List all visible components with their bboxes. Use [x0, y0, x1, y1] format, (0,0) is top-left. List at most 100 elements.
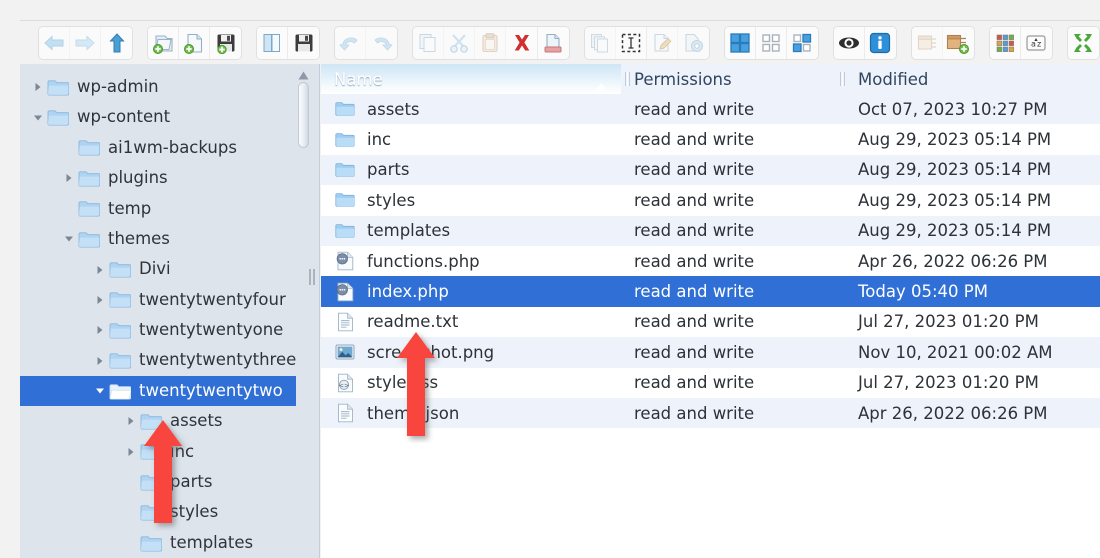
archive-extract-icon[interactable] [911, 26, 943, 59]
file-name-label: theme.json [367, 403, 460, 423]
tree-item-label: assets [170, 411, 223, 431]
tree-item-label: parts [170, 472, 213, 492]
fullscreen-icon[interactable] [1067, 26, 1099, 59]
table-row[interactable]: theme.json read and write Apr 26, 2022 06:… [321, 397, 1100, 429]
table-row[interactable]: index.php read and write Today 05:40 PM [321, 276, 1100, 307]
twisty-expanded-icon[interactable] [30, 110, 46, 126]
twisty-collapsed-icon[interactable] [61, 170, 77, 186]
undo-icon[interactable] [335, 26, 367, 59]
tree-scrollbar[interactable] [296, 64, 311, 558]
grid-large-icon[interactable] [724, 26, 756, 59]
cell-modified: Aug 29, 2023 05:14 PM [858, 221, 1052, 241]
table-row[interactable]: parts read and write Aug 29, 2023 05:14 PM [321, 154, 1100, 186]
twisty-expanded-icon[interactable] [92, 383, 108, 399]
twisty-collapsed-icon[interactable] [123, 413, 139, 429]
toolbar-group-display [832, 25, 897, 60]
tree-item-label: Divi [139, 259, 171, 279]
twisty-none [123, 535, 139, 551]
column-header-modified[interactable]: Modified [836, 64, 1096, 94]
tree-item-twentytwentyone[interactable]: twentytwentyone [20, 315, 305, 345]
new-file-icon[interactable] [179, 26, 211, 59]
tree-item-twentytwentytwo[interactable]: twentytwentytwo [20, 375, 305, 407]
folder-closed-icon [77, 139, 101, 157]
twisty-collapsed-icon[interactable] [92, 262, 108, 278]
cell-name: functions.php [321, 246, 621, 276]
scroll-up-arrow-icon[interactable] [296, 68, 311, 82]
grid-small-icon[interactable] [755, 26, 787, 59]
file-list-body: assets read and write Oct 07, 2023 10:27 P… [321, 94, 1100, 429]
duplicate-files-icon[interactable] [584, 26, 616, 59]
info-icon[interactable] [864, 26, 896, 59]
table-row[interactable]: <> style.css read and write Jul 27, 2023 01… [321, 367, 1100, 398]
clipboard-icon[interactable] [475, 26, 507, 59]
save-icon[interactable] [210, 26, 242, 59]
red-x-icon[interactable] [506, 26, 538, 59]
panel-splitter-grip[interactable] [309, 269, 315, 285]
cell-permissions: read and write [634, 130, 755, 150]
php-file-icon [334, 282, 356, 302]
tree-item-themes[interactable]: themes [20, 224, 305, 254]
table-row[interactable]: screenshot.png read and write Nov 10, 2021… [321, 337, 1100, 368]
column-header-name[interactable]: Name [321, 64, 621, 94]
twisty-expanded-icon[interactable] [61, 231, 77, 247]
folder-open-white-icon [108, 382, 132, 400]
arrow-up-icon[interactable] [101, 26, 133, 59]
file-gear-icon[interactable] [677, 26, 709, 59]
cell-name: <> style.css [321, 368, 621, 398]
tree-item-temp[interactable]: temp [20, 194, 305, 224]
tree-item-parts[interactable]: parts [20, 467, 305, 497]
table-row[interactable]: templates read and write Aug 29, 2023 05:1… [321, 215, 1100, 246]
twisty-collapsed-icon[interactable] [92, 292, 108, 308]
tree-item-plugins[interactable]: plugins [20, 163, 305, 193]
cell-modified: Jul 27, 2023 01:20 PM [858, 373, 1039, 393]
tree-item-wp-content[interactable]: wp-content [20, 102, 305, 132]
redo-icon[interactable] [366, 26, 398, 59]
file-list-panel: Name Permissions Modified assets read and… [321, 64, 1100, 558]
grid-mixed-icon[interactable] [786, 26, 818, 59]
cell-modified: Oct 07, 2023 10:27 PM [858, 99, 1048, 119]
eye-icon[interactable] [833, 26, 865, 59]
twisty-collapsed-icon[interactable] [30, 79, 46, 95]
scissors-icon[interactable] [444, 26, 476, 59]
table-row[interactable]: inc read and write Aug 29, 2023 05:14 PM [321, 124, 1100, 155]
tree-item-templates[interactable]: templates [20, 528, 305, 558]
folder-icon [334, 99, 356, 119]
archive-add-icon[interactable] [942, 26, 974, 59]
apps-grid-icon[interactable] [989, 26, 1021, 59]
scroll-thumb[interactable] [298, 82, 309, 148]
cell-permissions: read and write [634, 251, 755, 271]
toolbar-group-clipboard [412, 25, 570, 60]
rename-file-icon[interactable] [537, 26, 569, 59]
tree-item-inc[interactable]: inc [20, 437, 305, 467]
table-row[interactable]: readme.txt read and write Jul 27, 2023 01:… [321, 306, 1100, 338]
twisty-collapsed-icon[interactable] [92, 322, 108, 338]
folder-closed-icon [139, 473, 163, 491]
marquee-select-icon[interactable] [615, 26, 647, 59]
cell-name: screenshot.png [321, 337, 621, 367]
toolbar-group-screen [1066, 25, 1100, 60]
floppy-disk-icon[interactable] [288, 26, 320, 59]
column-header-permissions[interactable]: Permissions [621, 64, 836, 94]
copy-icon[interactable] [413, 26, 445, 59]
tree-item-twentytwentyfour[interactable]: twentytwentyfour [20, 285, 305, 315]
arrow-right-icon[interactable] [70, 26, 102, 59]
open-book-icon[interactable] [257, 26, 289, 59]
cell-name: inc [321, 124, 621, 154]
table-row[interactable]: functions.php read and write Apr 26, 2022 … [321, 245, 1100, 277]
cell-modified: Jul 27, 2023 01:20 PM [858, 312, 1039, 332]
sort-az-icon[interactable]: az [1020, 26, 1052, 59]
css-file-icon: <> [334, 373, 356, 393]
table-row[interactable]: assets read and write Oct 07, 2023 10:27 P… [321, 94, 1100, 125]
tree-item-styles[interactable]: styles [20, 497, 305, 527]
new-folder-icon[interactable] [148, 26, 180, 59]
tree-item-assets[interactable]: assets [20, 406, 305, 436]
twisty-collapsed-icon[interactable] [92, 353, 108, 369]
table-row[interactable]: styles read and write Aug 29, 2023 05:14 P… [321, 185, 1100, 216]
edit-pencil-icon[interactable] [646, 26, 678, 59]
tree-item-ai1wm-backups[interactable]: ai1wm-backups [20, 133, 305, 163]
tree-item-Divi[interactable]: Divi [20, 254, 305, 284]
twisty-collapsed-icon[interactable] [123, 444, 139, 460]
tree-item-wp-admin[interactable]: wp-admin [20, 72, 305, 102]
tree-item-twentytwentythree[interactable]: twentytwentythree [20, 346, 305, 376]
arrow-left-icon[interactable] [39, 26, 71, 59]
